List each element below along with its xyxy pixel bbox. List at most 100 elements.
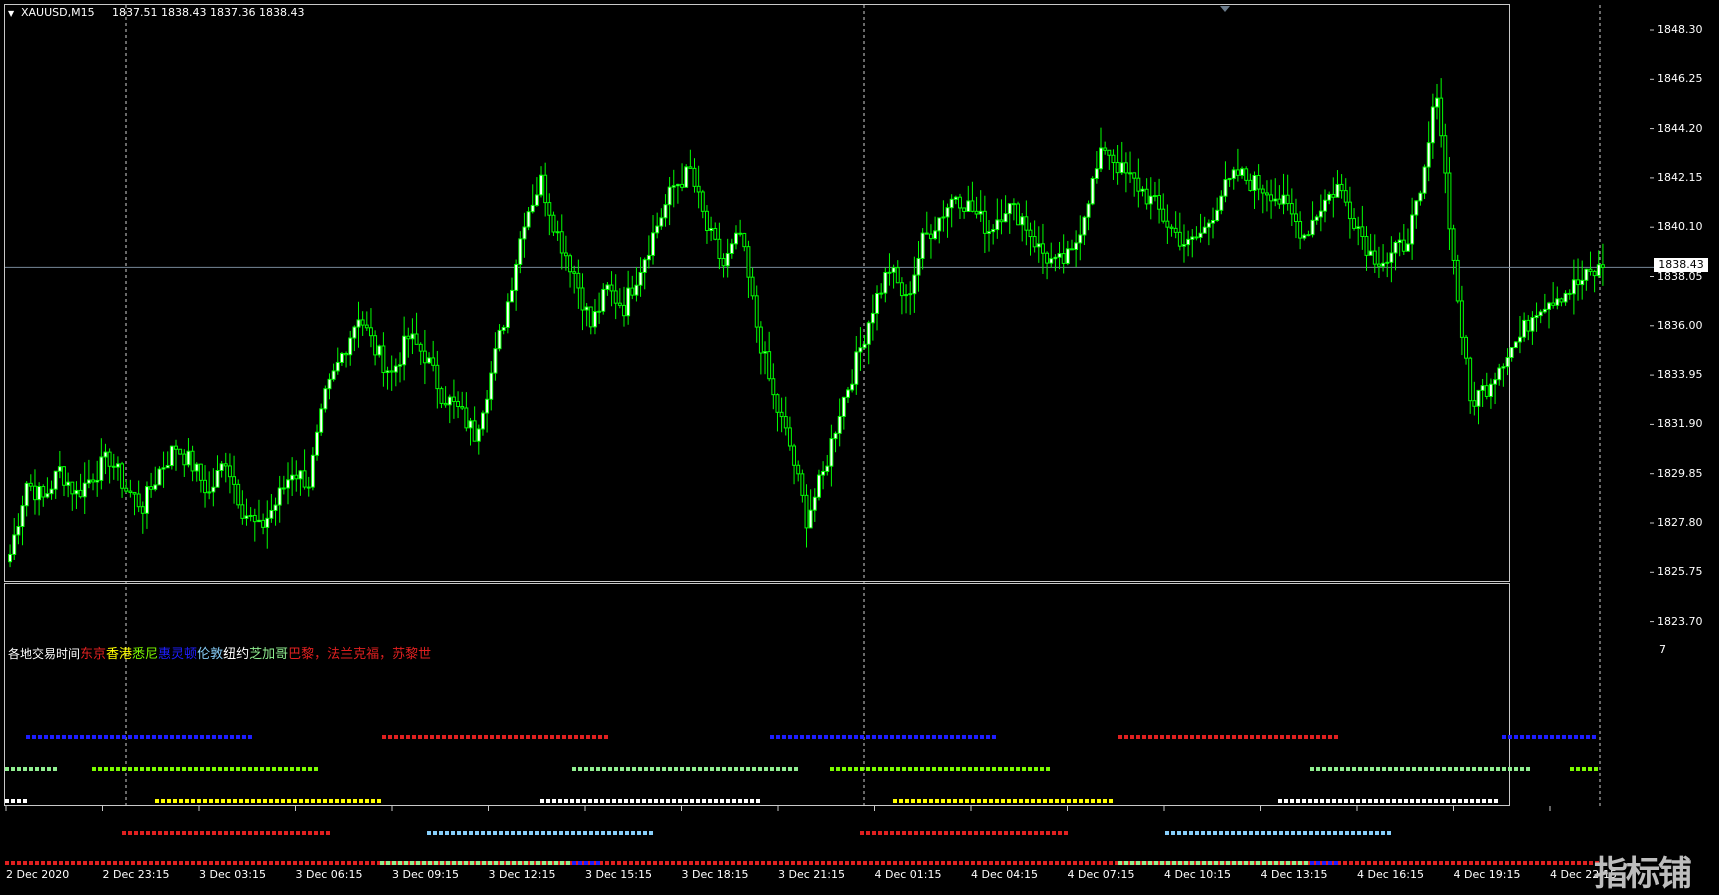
session-bar-dot (194, 831, 198, 835)
session-bar-dot (926, 767, 930, 771)
session-bar-dot (1496, 767, 1500, 771)
candle-body (1567, 292, 1572, 295)
candle-body (82, 482, 87, 498)
session-bar-dot (107, 861, 111, 865)
candle-body (1219, 195, 1224, 211)
session-bar-dot (660, 799, 664, 803)
session-bar-dot (263, 861, 267, 865)
session-bar-dot (782, 767, 786, 771)
candle-body (725, 252, 730, 267)
session-bar-dot (678, 799, 682, 803)
session-bar-dot (1124, 735, 1128, 739)
candle-body (646, 254, 651, 261)
session-bar-dot (206, 831, 210, 835)
session-bar-dot (248, 767, 252, 771)
session-bar-dot (677, 861, 681, 865)
session-bar-dot (1570, 767, 1574, 771)
candle-body (883, 272, 888, 294)
session-bar-dot (53, 767, 57, 771)
session-bar-dot (173, 799, 177, 803)
session-bar-dot (478, 735, 482, 739)
session-bar-dot (164, 831, 168, 835)
candle-body (916, 257, 921, 276)
candle-body (510, 289, 514, 303)
session-bar-dot (860, 735, 864, 739)
candle-body (667, 186, 672, 206)
session-bar-dot (636, 799, 640, 803)
candle-body (352, 326, 357, 339)
candle-body (1410, 214, 1415, 245)
session-bar-dot (1476, 799, 1480, 803)
candlestick-chart[interactable] (0, 0, 1719, 888)
candle-body (20, 505, 25, 528)
session-bar-dot (500, 861, 504, 865)
session-bar-dot (1544, 735, 1548, 739)
session-bar-dot (182, 735, 186, 739)
session-bar-dot (950, 735, 954, 739)
session-bar-dot (1298, 735, 1302, 739)
symbol-menu-arrow-icon[interactable]: ▼ (8, 9, 14, 18)
session-bar-dot (1488, 799, 1492, 803)
session-bar-dot (854, 767, 858, 771)
session-bar-dot (716, 767, 720, 771)
session-bar-dot (590, 767, 594, 771)
session-bar-dot (1124, 861, 1128, 865)
candle-body (601, 288, 606, 312)
session-bar-dot (416, 861, 420, 865)
candle-body (1281, 194, 1286, 205)
session-bar-dot (1400, 767, 1404, 771)
session-bar-dot (732, 799, 736, 803)
candle-body (543, 174, 548, 204)
session-bar-dot (1332, 799, 1336, 803)
session-bar-dot (398, 861, 402, 865)
session-bar-dot (806, 735, 810, 739)
session-bar-dot (221, 799, 225, 803)
session-bar-dot (1398, 799, 1402, 803)
session-bar-dot (260, 831, 264, 835)
session-bar-dot (314, 831, 318, 835)
session-bar-dot (881, 861, 885, 865)
candle-body (1576, 279, 1580, 286)
session-bar-dot (1007, 861, 1011, 865)
candle-body (821, 470, 826, 476)
session-bar-dot (586, 735, 590, 739)
session-bar-dot (1334, 861, 1338, 865)
candle-body (808, 509, 813, 529)
session-bar-dot (302, 767, 306, 771)
session-bar-dot (128, 767, 132, 771)
session-bar-dot (720, 799, 724, 803)
session-bar-dot (1220, 861, 1224, 865)
candle-body (1468, 357, 1473, 402)
session-bar-dot (446, 861, 450, 865)
session-bar-dot (971, 799, 975, 803)
session-bar-dot (290, 831, 294, 835)
session-bar-dot (1589, 861, 1593, 865)
session-bar-dot (1520, 767, 1524, 771)
session-bar-dot (1103, 861, 1107, 865)
session-bar-dot (44, 735, 48, 739)
candle-body (1559, 298, 1564, 303)
session-bar-dot (518, 861, 522, 865)
candle-body (28, 482, 33, 487)
candle-body (920, 232, 925, 259)
session-bar-dot (1321, 831, 1325, 835)
session-bar-dot (371, 861, 375, 865)
session-bar-dot (1532, 735, 1536, 739)
session-bar-dot (242, 767, 246, 771)
candle-body (825, 465, 830, 472)
session-bar-dot (1538, 735, 1542, 739)
session-bar-dot (1055, 861, 1059, 865)
session-bar-dot (965, 799, 969, 803)
session-bar-dot (1475, 861, 1479, 865)
session-bar-dot (1388, 767, 1392, 771)
candle-body (1497, 367, 1502, 381)
session-bar-dot (702, 799, 706, 803)
session-bar-dot (143, 861, 147, 865)
session-bar-dot (890, 831, 894, 835)
session-bar-dot (466, 735, 470, 739)
session-bar-dot (224, 831, 228, 835)
session-bar-dot (572, 861, 576, 865)
session-bar-dot (1406, 767, 1410, 771)
session-bar-dot (1422, 799, 1426, 803)
session-bar-dot (744, 799, 748, 803)
